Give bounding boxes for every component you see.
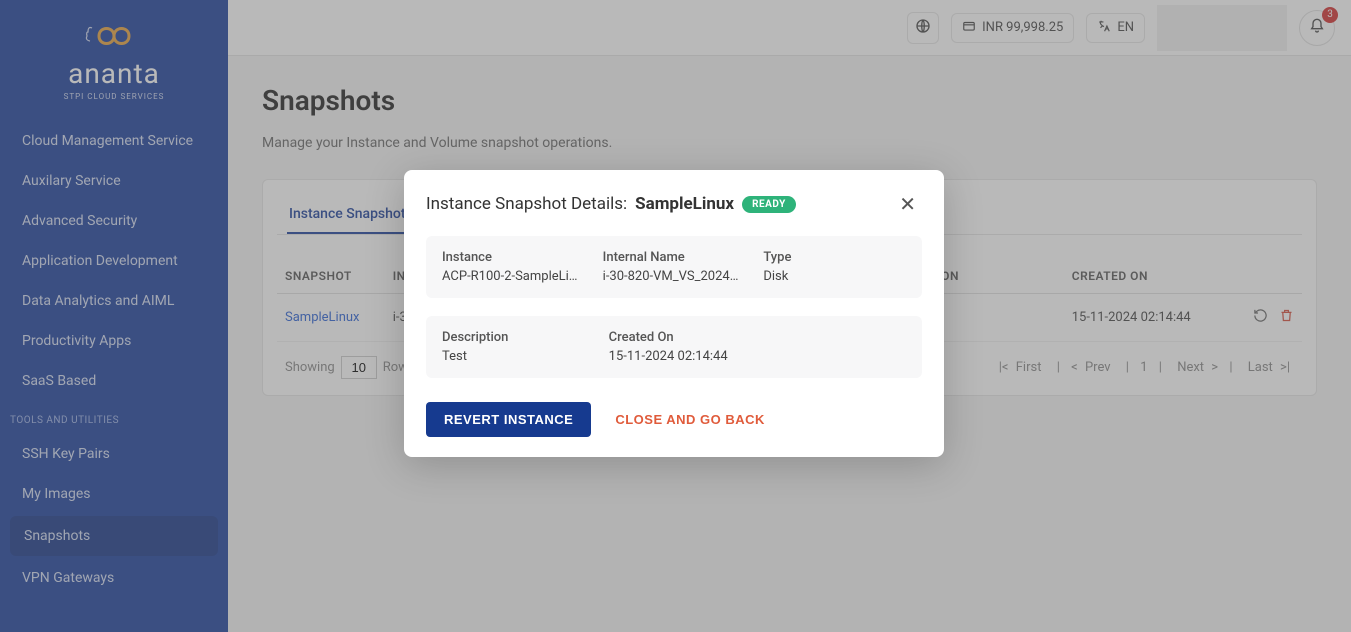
close-and-go-back-button[interactable]: CLOSE AND GO BACK — [615, 412, 765, 427]
label-created-on: Created On — [609, 330, 906, 345]
value-description: Test — [442, 349, 591, 364]
label-internal-name: Internal Name — [603, 250, 746, 265]
value-type: Disk — [763, 269, 906, 284]
modal-title-name: SampleLinux — [635, 194, 734, 214]
label-type: Type — [763, 250, 906, 265]
status-badge: READY — [742, 196, 796, 213]
value-internal-name: i-30-820-VM_VS_202411... — [603, 269, 746, 284]
modal-title: Instance Snapshot Details: SampleLinux R… — [426, 194, 796, 214]
close-icon[interactable]: ✕ — [893, 190, 922, 218]
snapshot-details-modal: Instance Snapshot Details: SampleLinux R… — [404, 170, 944, 457]
label-instance: Instance — [442, 250, 585, 265]
modal-title-prefix: Instance Snapshot Details: — [426, 194, 627, 214]
revert-instance-button[interactable]: REVERT INSTANCE — [426, 402, 591, 437]
value-instance: ACP-R100-2-SampleLinu... — [442, 269, 585, 284]
value-created-on: 15-11-2024 02:14:44 — [609, 349, 906, 364]
detail-block-2: Description Test Created On 15-11-2024 0… — [426, 316, 922, 378]
detail-block-1: Instance ACP-R100-2-SampleLinu... Intern… — [426, 236, 922, 298]
label-description: Description — [442, 330, 591, 345]
